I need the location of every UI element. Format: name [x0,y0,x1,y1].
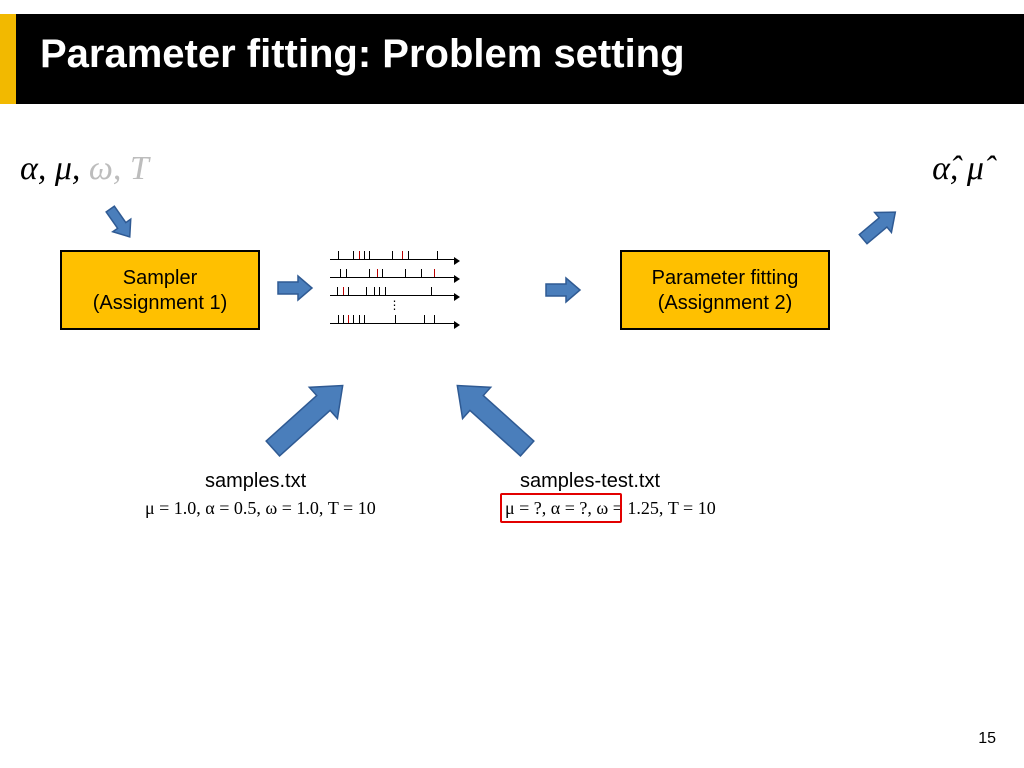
title-bar: Parameter fitting: Problem setting [0,14,1024,104]
file2-name: samples-test.txt [520,470,660,493]
title-accent [0,14,16,104]
timeline-row [330,266,460,280]
input-params: α, μ, ω, T [20,150,149,188]
fitting-line2: (Assignment 2) [658,292,793,314]
arrow-params-to-sampler-icon [95,198,145,248]
slide-title: Parameter fitting: Problem setting [40,32,685,77]
file1-params: μ = 1.0, α = 0.5, ω = 1.0, T = 10 [145,498,376,519]
sampler-line1: Sampler [123,267,197,289]
timeline-row [330,248,460,262]
arrow-file2-to-data-icon [430,360,550,470]
arrow-fitting-to-output-icon [850,195,910,255]
file1-name: samples.txt [205,470,306,493]
event-timelines-graphic: ⋮ [330,248,460,338]
arrow-data-to-fitting-icon [540,270,590,310]
arrow-file1-to-data-icon [250,360,370,470]
output-params: α̂, μ̂ [932,150,984,188]
fitting-box: Parameter fitting (Assignment 2) [620,250,830,330]
fitting-line1: Parameter fitting [652,267,799,289]
timeline-row [330,284,460,298]
sampler-line2: (Assignment 1) [93,292,228,314]
input-params-dim: ω, T [80,150,148,187]
page-number: 15 [978,730,996,748]
slide: Parameter fitting: Problem setting α, μ,… [0,0,1024,768]
input-params-active: α, μ, [20,150,80,187]
timeline-row [330,312,460,326]
sampler-box: Sampler (Assignment 1) [60,250,260,330]
ellipsis-icon: ⋮ [330,302,460,308]
arrow-sampler-to-data-icon [272,268,322,308]
unknown-highlight-box [500,493,622,523]
